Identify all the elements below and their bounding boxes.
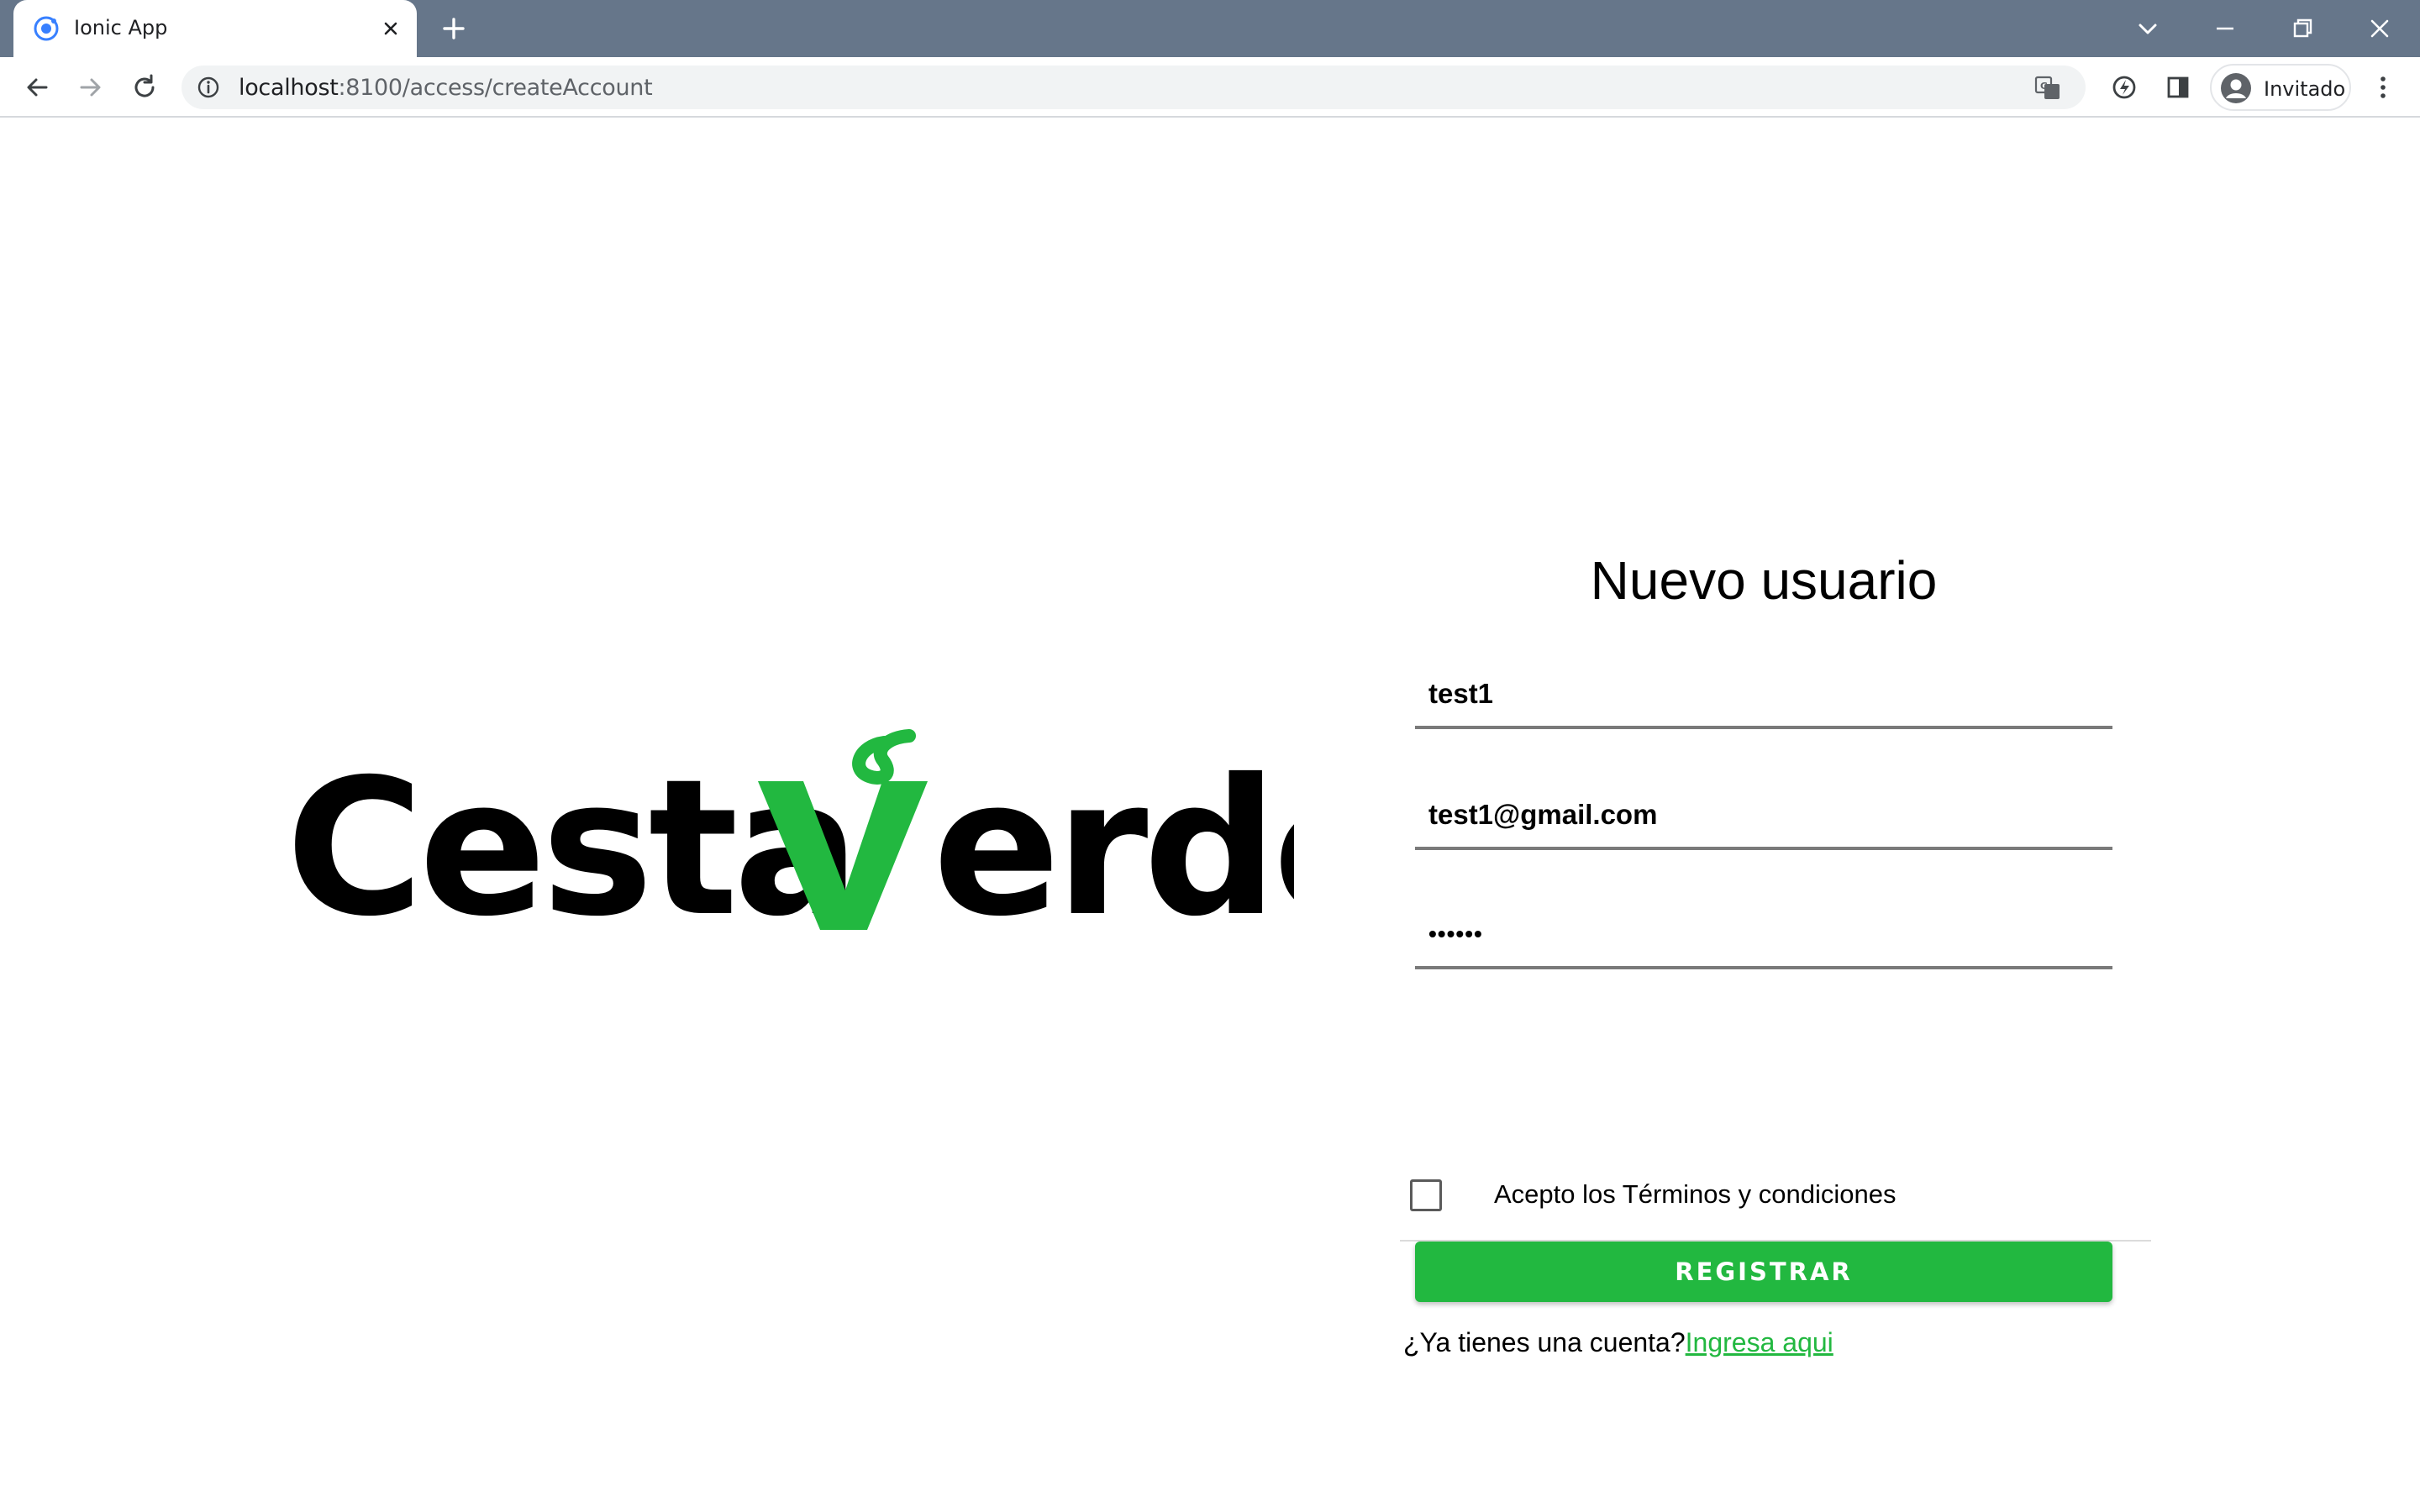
restore-icon[interactable] <box>2282 8 2323 49</box>
form-title: Nuevo usuario <box>1590 550 1938 611</box>
forward-arrow-icon[interactable] <box>74 71 108 104</box>
url-path: :8100/access/createAccount <box>338 75 653 101</box>
terms-label[interactable]: Acepto los Términos y condiciones <box>1494 1179 1896 1210</box>
logo-text-cesta: Cesta <box>286 738 855 942</box>
tab-title: Ionic App <box>74 16 168 39</box>
page-content: Cesta erde Nuevo usuario Acepto los Térm… <box>0 119 2420 1512</box>
translate-icon[interactable]: G <box>2033 74 2062 102</box>
cestaverde-logo: Cesta erde <box>286 729 1294 942</box>
svg-text:G: G <box>2040 81 2048 92</box>
ionic-icon <box>34 16 59 41</box>
profile-avatar-icon <box>2221 73 2251 103</box>
close-window-icon[interactable] <box>2360 8 2400 49</box>
url-text[interactable]: localhost:8100/access/createAccount <box>239 75 653 101</box>
profile-button[interactable]: Invitado <box>2210 64 2351 111</box>
login-prompt-text: ¿Ya tienes una cuenta? <box>1403 1327 1686 1357</box>
side-panel-icon[interactable] <box>2161 71 2195 104</box>
address-bar[interactable]: localhost:8100/access/createAccount G <box>182 66 2086 109</box>
info-icon[interactable] <box>197 76 220 99</box>
login-prompt-row: ¿Ya tienes una cuenta?Ingresa aqui <box>1403 1327 1833 1358</box>
browser-toolbar: localhost:8100/access/createAccount G In… <box>0 57 2420 118</box>
username-field[interactable] <box>1415 662 2112 729</box>
logo-leaf-swirl <box>852 729 916 785</box>
browser-tab[interactable]: Ionic App <box>13 0 417 57</box>
email-field[interactable] <box>1415 783 2112 850</box>
close-tab-icon[interactable] <box>376 14 405 43</box>
kebab-menu-icon[interactable] <box>2366 71 2400 104</box>
login-link[interactable]: Ingresa aqui <box>1686 1327 1833 1357</box>
performance-icon[interactable] <box>2107 71 2141 104</box>
new-tab-icon[interactable] <box>437 12 471 45</box>
password-field[interactable] <box>1415 902 2112 969</box>
url-host: localhost <box>239 75 339 101</box>
reload-icon[interactable] <box>128 71 161 104</box>
tab-search-icon[interactable] <box>2128 8 2168 49</box>
logo-text-erde: erde <box>933 738 1294 942</box>
terms-row: Acepto los Términos y condiciones <box>1400 1152 2151 1242</box>
terms-checkbox[interactable] <box>1410 1179 1442 1211</box>
browser-tabstrip: Ionic App <box>0 0 2420 57</box>
register-button[interactable]: REGISTRAR <box>1415 1242 2112 1302</box>
minimize-icon[interactable] <box>2205 8 2245 49</box>
profile-label: Invitado <box>2264 77 2346 101</box>
back-arrow-icon[interactable] <box>20 71 54 104</box>
